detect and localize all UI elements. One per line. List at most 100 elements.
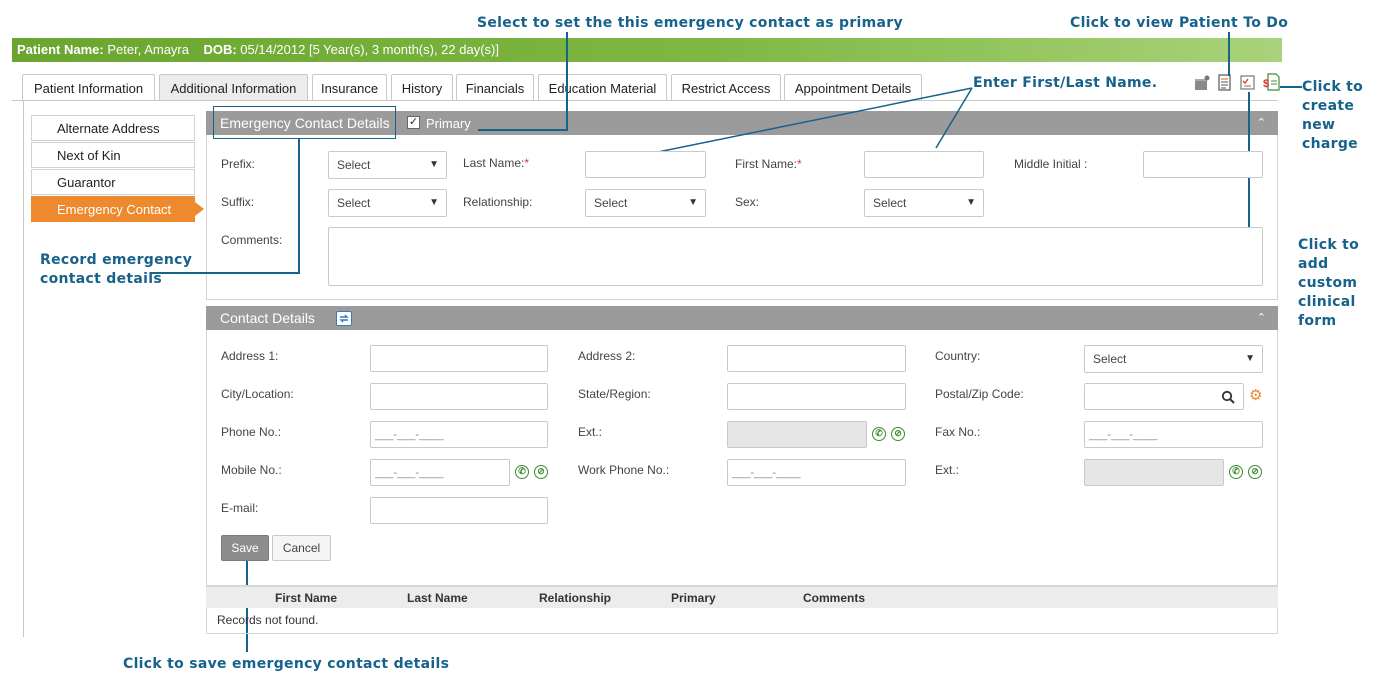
- primary-callout-line-h: [478, 129, 568, 131]
- city-label: City/Location:: [221, 387, 294, 401]
- address1-input[interactable]: [370, 345, 548, 372]
- contact-details-title: Contact Details: [220, 310, 315, 326]
- last-name-input[interactable]: [585, 151, 706, 178]
- mobile-input[interactable]: ___-___-____: [370, 459, 510, 486]
- ext-label: Ext.:: [578, 425, 603, 439]
- annotation-clinical-form: Click to add custom clinical form: [1298, 237, 1360, 329]
- email-label: E-mail:: [221, 501, 259, 515]
- patient-todo-icon[interactable]: [1217, 74, 1233, 92]
- comments-label: Comments:: [221, 233, 283, 247]
- ext2-label: Ext.:: [935, 463, 960, 477]
- fax-input[interactable]: ___-___-____: [1084, 421, 1263, 448]
- empty-message: Records not found.: [217, 613, 319, 627]
- call-icon[interactable]: ✆: [515, 465, 529, 479]
- tab-additional-information[interactable]: Additional Information: [159, 74, 308, 101]
- collapse-emergency-icon[interactable]: ⌃: [1257, 111, 1266, 135]
- suffix-label: Suffix:: [221, 195, 255, 209]
- suffix-select[interactable]: Select ▼: [328, 189, 447, 217]
- prefix-select[interactable]: Select ▼: [328, 151, 447, 179]
- content-left-border: [23, 101, 24, 637]
- caret-down-icon: ▼: [688, 197, 698, 208]
- state-input[interactable]: [727, 383, 906, 410]
- call-icon[interactable]: ✆: [872, 427, 886, 441]
- prefix-label: Prefix:: [221, 157, 256, 171]
- tab-divider: [12, 100, 1278, 101]
- first-name-label: First Name:*: [735, 157, 802, 171]
- grid-body: Records not found.: [206, 608, 1278, 634]
- cancel-button[interactable]: Cancel: [272, 535, 331, 561]
- col-primary[interactable]: Primary: [671, 591, 716, 605]
- call-icon[interactable]: ✆: [1229, 465, 1243, 479]
- country-label: Country:: [935, 349, 981, 363]
- no-call-icon[interactable]: ⊘: [1248, 465, 1262, 479]
- email-input[interactable]: [370, 497, 548, 524]
- dob-label: DOB:: [203, 42, 237, 57]
- sex-label: Sex:: [735, 195, 760, 209]
- work-phone-input[interactable]: ___-___-____: [727, 459, 906, 486]
- name-callout-lines: [657, 87, 973, 152]
- todo-callout-line: [1228, 32, 1230, 76]
- postal-input[interactable]: [1084, 383, 1244, 410]
- col-last-name[interactable]: Last Name: [407, 591, 468, 605]
- record-callout-line: [298, 139, 300, 273]
- sidebar-item-guarantor[interactable]: Guarantor: [31, 169, 195, 195]
- no-call-icon[interactable]: ⊘: [891, 427, 905, 441]
- tab-insurance[interactable]: Insurance: [312, 74, 387, 101]
- collapse-contact-icon[interactable]: ⌃: [1257, 306, 1266, 330]
- phone-input[interactable]: ___-___-____: [370, 421, 548, 448]
- contact-details-header: Contact Details ⌃: [206, 306, 1278, 330]
- desk-icon[interactable]: [1194, 75, 1210, 91]
- primary-checkbox[interactable]: ✓: [407, 116, 420, 129]
- no-call-icon[interactable]: ⊘: [534, 465, 548, 479]
- comments-textarea[interactable]: [328, 227, 1263, 286]
- primary-callout-line: [566, 32, 568, 131]
- patient-name: Peter, Amayra: [107, 42, 189, 57]
- sidebar-item-next-of-kin[interactable]: Next of Kin: [31, 142, 195, 168]
- caret-down-icon: ▼: [429, 197, 439, 208]
- tab-education-material[interactable]: Education Material: [538, 74, 667, 101]
- middle-initial-label: Middle Initial :: [1014, 157, 1088, 171]
- svg-text:$: $: [1263, 78, 1269, 90]
- address2-input[interactable]: [727, 345, 906, 372]
- city-input[interactable]: [370, 383, 548, 410]
- new-charge-icon[interactable]: $: [1262, 73, 1280, 91]
- col-relationship[interactable]: Relationship: [539, 591, 611, 605]
- tab-patient-information[interactable]: Patient Information: [22, 74, 155, 101]
- tab-financials[interactable]: Financials: [456, 74, 534, 101]
- save-button[interactable]: Save: [221, 535, 269, 561]
- copy-address-icon[interactable]: [336, 311, 352, 326]
- sidebar-item-alternate-address[interactable]: Alternate Address: [31, 115, 195, 141]
- relationship-label: Relationship:: [463, 195, 533, 209]
- annotation-primary: Select to set the this emergency contact…: [477, 15, 903, 31]
- state-label: State/Region:: [578, 387, 651, 401]
- sex-select[interactable]: Select ▼: [864, 189, 984, 217]
- clinical-form-icon[interactable]: [1240, 75, 1256, 91]
- dob-value: 05/14/2012 [5 Year(s), 3 month(s), 22 da…: [240, 42, 499, 57]
- col-comments[interactable]: Comments: [803, 591, 865, 605]
- record-callout-line-h: [150, 272, 300, 274]
- tab-history[interactable]: History: [391, 74, 453, 101]
- mobile-label: Mobile No.:: [221, 463, 282, 477]
- caret-down-icon: ▼: [1245, 353, 1255, 364]
- middle-initial-input[interactable]: [1143, 151, 1263, 178]
- grid-header: First Name Last Name Relationship Primar…: [206, 586, 1278, 608]
- sidebar-item-emergency-contact[interactable]: Emergency Contact: [31, 196, 195, 222]
- last-name-label: Last Name:*: [463, 156, 530, 170]
- phone-label: Phone No.:: [221, 425, 282, 439]
- gear-icon[interactable]: ⚙: [1249, 388, 1263, 403]
- title-highlight: [213, 106, 396, 139]
- search-icon: [1221, 390, 1235, 404]
- annotation-name: Enter First/Last Name.: [973, 75, 1158, 91]
- fax-label: Fax No.:: [935, 425, 981, 439]
- ext-input: [727, 421, 867, 448]
- country-select[interactable]: Select ▼: [1084, 345, 1263, 373]
- annotation-todo: Click to view Patient To Do: [1070, 15, 1289, 31]
- caret-down-icon: ▼: [429, 159, 439, 170]
- col-first-name[interactable]: First Name: [275, 591, 337, 605]
- annotation-record: Record emergency contact details: [40, 252, 193, 287]
- charge-callout-line: [1280, 86, 1302, 88]
- relationship-select[interactable]: Select ▼: [585, 189, 706, 217]
- patient-name-label: Patient Name:: [17, 42, 104, 57]
- first-name-input[interactable]: [864, 151, 984, 178]
- sidebar-active-arrow: [195, 202, 204, 216]
